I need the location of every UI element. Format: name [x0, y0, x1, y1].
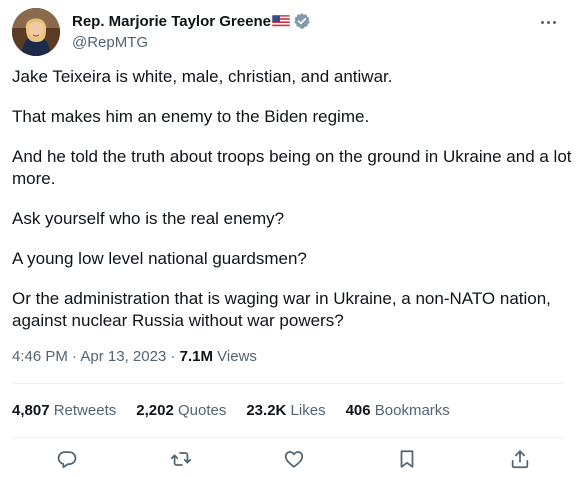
tweet-metadata: 4:46 PM · Apr 13, 2023 · 7.1M Views	[12, 347, 257, 367]
quotes-label: Quotes	[177, 402, 227, 419]
retweet-button[interactable]	[170, 448, 194, 472]
bookmarks-label: Bookmarks	[374, 402, 450, 419]
meta-separator: ·	[72, 348, 78, 365]
tweet-time[interactable]: 4:46 PM	[12, 348, 68, 365]
bookmark-button[interactable]	[396, 448, 420, 472]
more-dot-icon	[546, 20, 550, 24]
bookmark-icon	[400, 450, 414, 468]
share-button[interactable]	[509, 448, 533, 472]
likes-count: 23.2K	[246, 402, 287, 419]
tweet-date[interactable]: Apr 13, 2023	[80, 348, 166, 365]
author-display-name[interactable]: Rep. Marjorie Taylor Greene	[72, 13, 271, 30]
retweets-count: 4,807	[12, 402, 50, 419]
share-icon	[511, 450, 529, 469]
like-icon	[284, 451, 304, 468]
quotes-count: 2,202	[136, 402, 174, 419]
more-options-button[interactable]	[536, 12, 560, 32]
tweet-header: Rep. Marjorie Taylor Greene @RepMTG	[12, 8, 564, 60]
author-info: Rep. Marjorie Taylor Greene @RepMTG	[72, 11, 311, 53]
author-name-row: Rep. Marjorie Taylor Greene	[72, 11, 311, 31]
tweet-paragraph: Or the administration that is waging war…	[12, 289, 551, 330]
author-handle[interactable]: @RepMTG	[72, 33, 311, 53]
tweet-card: Rep. Marjorie Taylor Greene @RepMTG Jake…	[0, 0, 576, 477]
likes-label: Likes	[290, 402, 326, 419]
retweet-icon	[170, 452, 192, 466]
tweet-paragraph: A young low level national guardsmen?	[12, 249, 307, 268]
more-dot-icon	[552, 20, 556, 24]
reply-icon	[57, 451, 77, 469]
us-flag-icon	[271, 14, 291, 28]
divider	[12, 383, 564, 384]
reply-button[interactable]	[56, 448, 80, 472]
bookmarks-stat[interactable]: 406 Bookmarks	[346, 401, 450, 421]
bookmarks-count: 406	[345, 402, 371, 419]
likes-stat[interactable]: 23.2K Likes	[246, 401, 325, 421]
tweet-text: Jake Teixeira is white, male, christian,…	[12, 66, 572, 332]
tweet-actions-bar	[12, 448, 564, 474]
divider	[12, 437, 564, 438]
tweet-paragraph: That makes him an enemy to the Biden reg…	[12, 107, 370, 126]
more-dot-icon	[540, 20, 544, 24]
tweet-paragraph: Jake Teixeira is white, male, christian,…	[12, 67, 393, 86]
like-button[interactable]	[283, 448, 307, 472]
quotes-stat[interactable]: 2,202 Quotes	[136, 401, 226, 421]
tweet-paragraph: Ask yourself who is the real enemy?	[12, 209, 285, 228]
views-label: Views	[217, 348, 257, 365]
avatar[interactable]	[12, 8, 60, 56]
retweets-stat[interactable]: 4,807 Retweets	[12, 401, 116, 421]
verified-badge-icon[interactable]	[293, 12, 311, 30]
retweets-label: Retweets	[53, 402, 117, 419]
meta-separator: ·	[170, 348, 176, 365]
engagement-stats: 4,807 Retweets 2,202 Quotes 23.2K Likes …	[12, 401, 450, 421]
views-count: 7.1M	[179, 348, 213, 365]
avatar-image	[12, 8, 60, 56]
tweet-paragraph: And he told the truth about troops being…	[12, 147, 572, 188]
